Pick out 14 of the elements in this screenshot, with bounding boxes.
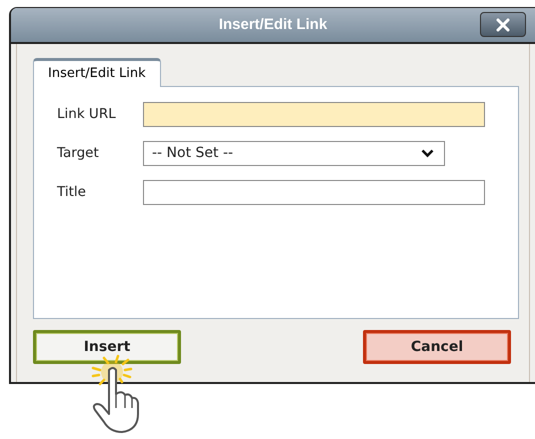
cancel-button[interactable]: Cancel [363,330,511,364]
input-field[interactable] [143,102,485,127]
dropdown-value: -- Not Set -- [152,144,234,163]
tab[interactable]: Insert/Edit Link [33,58,161,87]
close-button[interactable] [480,12,526,37]
field-label: Target [57,144,100,164]
field-label: Link URL [57,105,117,124]
field-label: Title [57,183,87,202]
window-title: Insert/Edit Link [218,14,328,35]
input-field[interactable] [143,180,485,205]
insert-button[interactable]: Insert [33,330,181,364]
chevron-down-icon [421,149,434,158]
close-icon [496,18,510,32]
target-dropdown[interactable]: -- Not Set -- [143,141,445,166]
